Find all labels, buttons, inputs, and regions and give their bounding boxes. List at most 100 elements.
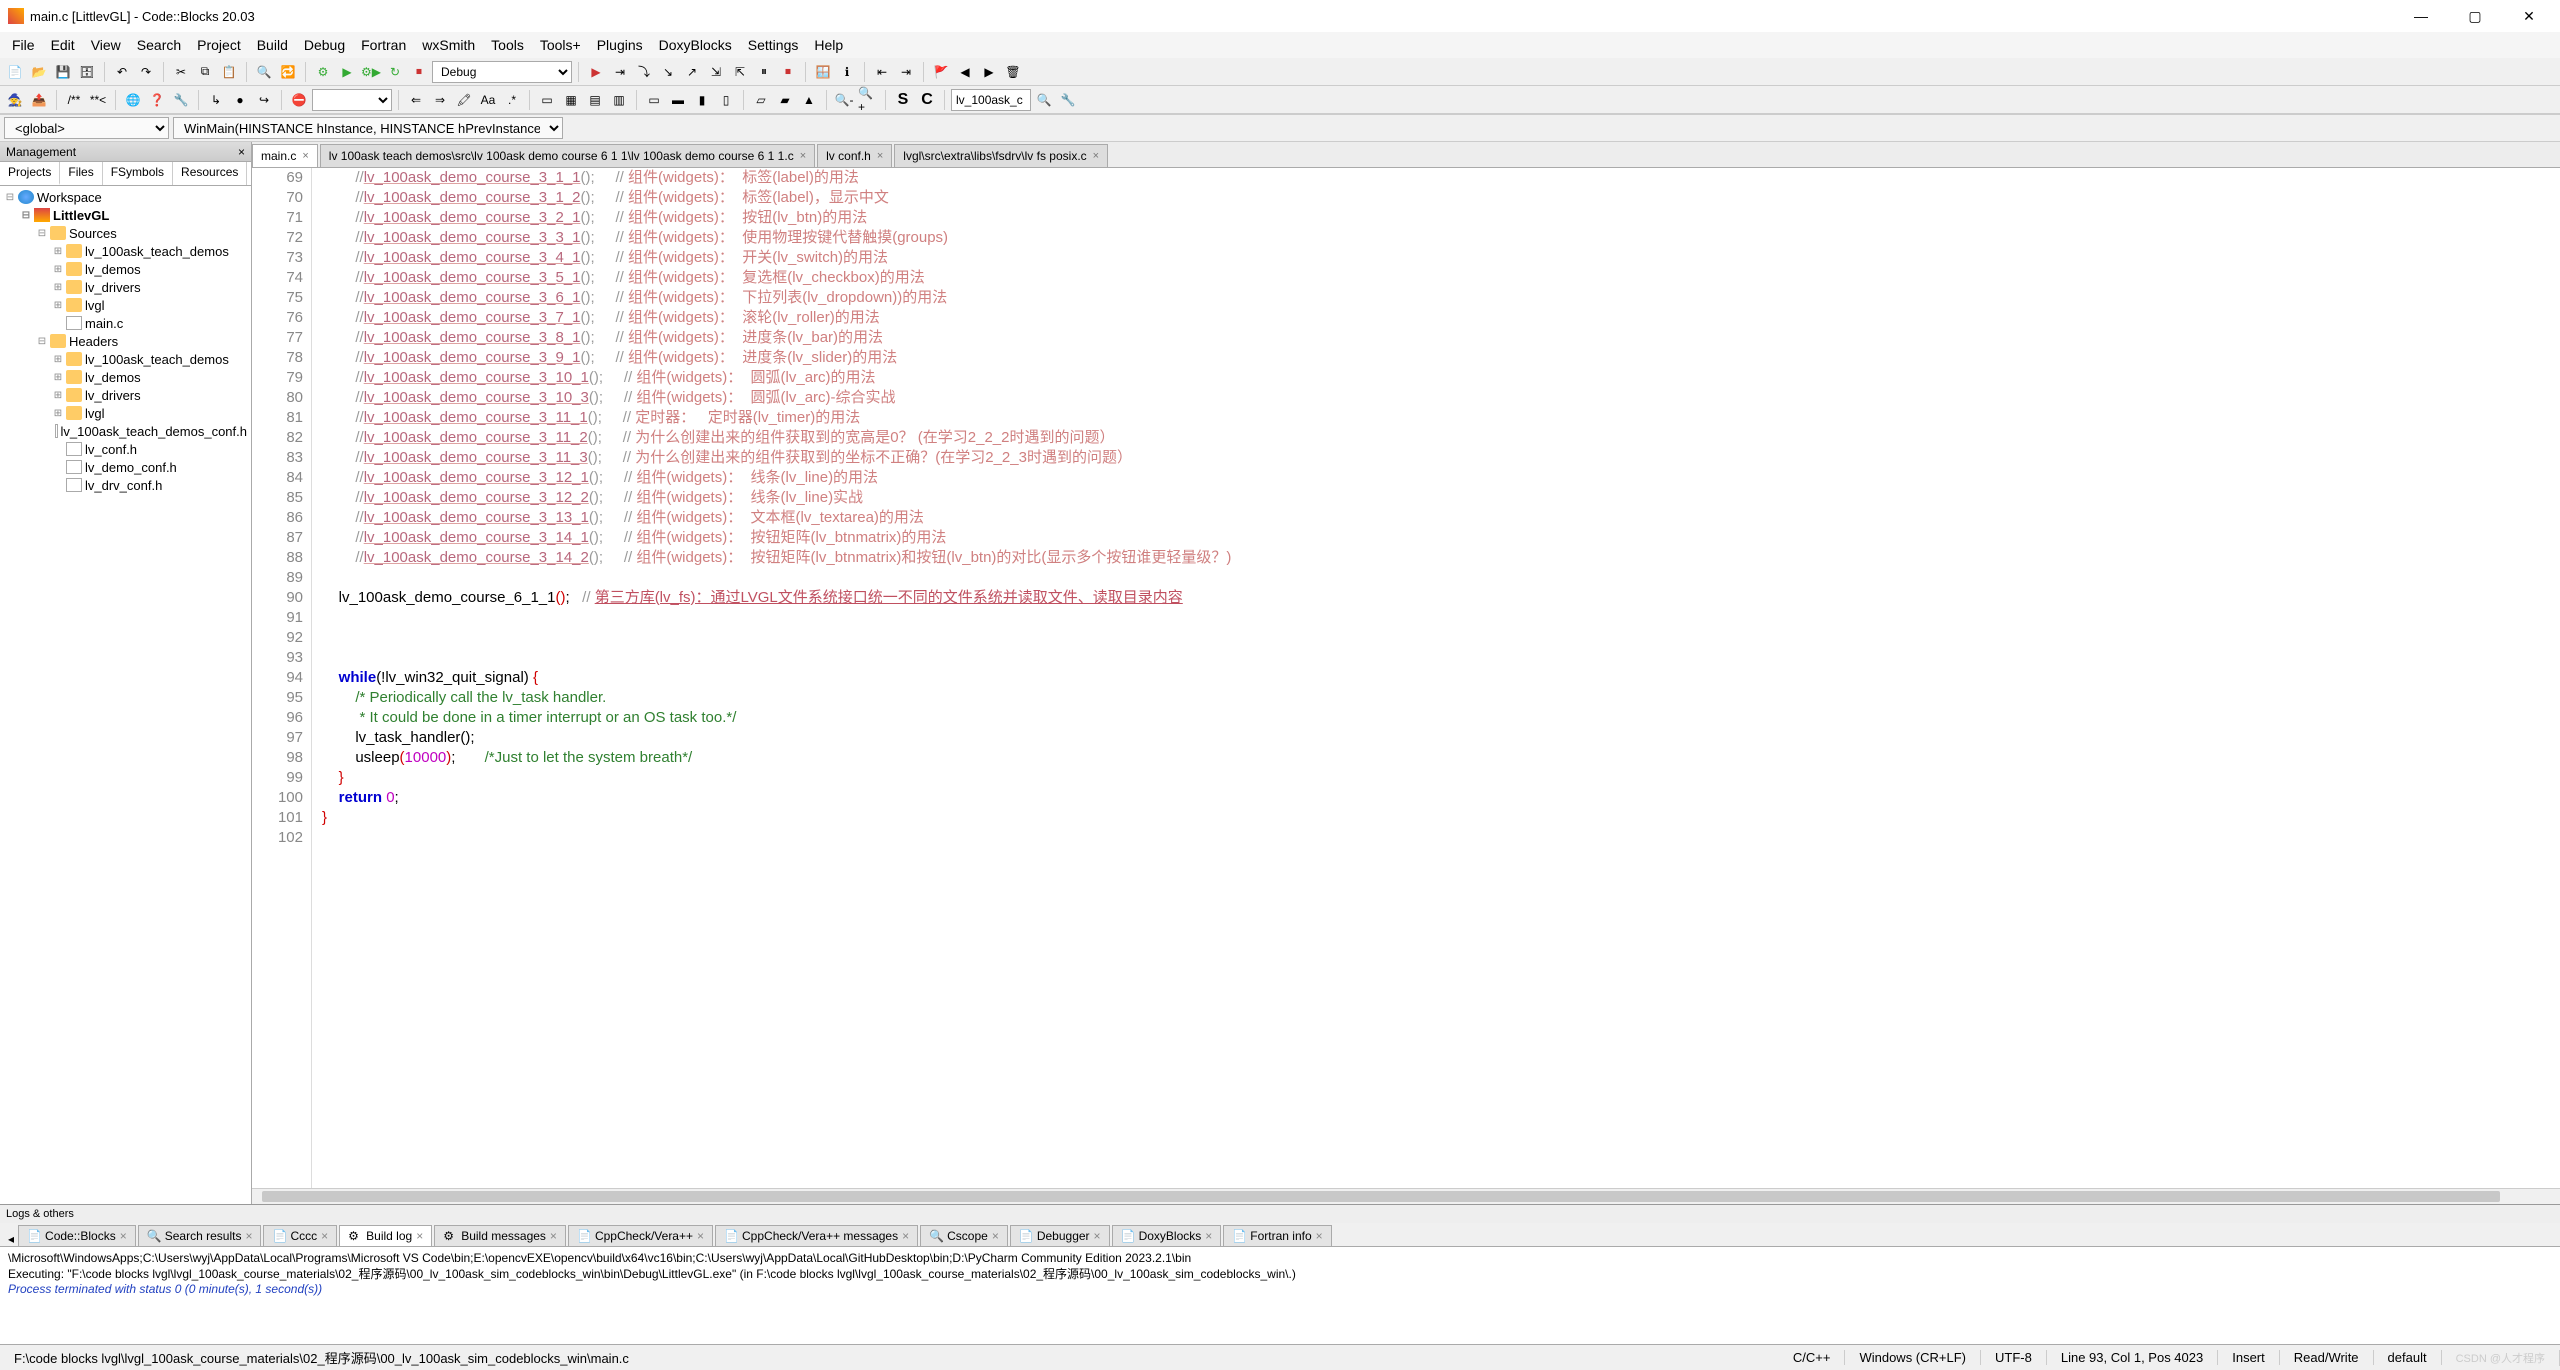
log-tab[interactable]: 📄Debugger× — [1010, 1225, 1110, 1246]
highlight-icon[interactable]: 🖍 — [453, 89, 475, 111]
regex-icon[interactable]: .* — [501, 89, 523, 111]
menu-plugins[interactable]: Plugins — [589, 37, 651, 53]
log-tab[interactable]: 📄CppCheck/Vera++ messages× — [715, 1225, 918, 1246]
new-file-icon[interactable]: 📄 — [4, 61, 26, 83]
tree-item[interactable]: ⊞lv_drivers — [0, 278, 251, 296]
paste-icon[interactable]: 📋 — [218, 61, 240, 83]
horizontal-scrollbar[interactable] — [252, 1188, 2560, 1204]
mgmt-tab-resources[interactable]: Resources — [173, 162, 247, 185]
tree-item[interactable]: lv_100ask_teach_demos_conf.h — [0, 422, 251, 440]
close-logtab-icon[interactable]: × — [1316, 1229, 1323, 1243]
rebuild-icon[interactable]: ↻ — [384, 61, 406, 83]
scope-function-select[interactable]: WinMain(HINSTANCE hInstance, HINSTANCE h… — [173, 117, 563, 139]
log-tab[interactable]: 📄Cccc× — [263, 1225, 337, 1246]
scope-global-select[interactable]: <global> — [4, 117, 169, 139]
mgmt-tab-fsymbols[interactable]: FSymbols — [103, 162, 173, 185]
zoom-in-icon[interactable]: 🔍+ — [857, 89, 879, 111]
tree-item[interactable]: ⊞lvgl — [0, 404, 251, 422]
run-icon[interactable]: ▶ — [336, 61, 358, 83]
search-field[interactable] — [951, 89, 1031, 111]
log-tab[interactable]: ⚙Build log× — [339, 1225, 432, 1246]
fortran-fwd-icon[interactable]: ↪ — [253, 89, 275, 111]
menu-edit[interactable]: Edit — [43, 37, 83, 53]
tree-item[interactable]: lv_conf.h — [0, 440, 251, 458]
grid2-icon[interactable]: ▰ — [774, 89, 796, 111]
layout3-icon[interactable]: ▮ — [691, 89, 713, 111]
mgmt-tab-files[interactable]: Files — [60, 162, 102, 185]
outline-icon[interactable]: ▤ — [584, 89, 606, 111]
close-logtab-icon[interactable]: × — [1094, 1229, 1101, 1243]
editor-tab[interactable]: main.c× — [252, 144, 318, 167]
undo-icon[interactable]: ↶ — [111, 61, 133, 83]
build-target-select[interactable]: Debug — [432, 61, 572, 83]
tree-item[interactable]: ⊞lv_demos — [0, 260, 251, 278]
open-file-icon[interactable]: 📂 — [28, 61, 50, 83]
close-logtab-icon[interactable]: × — [245, 1229, 252, 1243]
debug-run-icon[interactable]: ▶ — [585, 61, 607, 83]
tree-item[interactable]: ⊞lvgl — [0, 296, 251, 314]
close-logtab-icon[interactable]: × — [550, 1229, 557, 1243]
fortran-jump-icon[interactable]: ↳ — [205, 89, 227, 111]
bookmark-next-icon[interactable]: ▶ — [978, 61, 1000, 83]
bookmark-clear-icon[interactable]: 🗑 — [1002, 61, 1024, 83]
chm-help-icon[interactable]: ❓ — [146, 89, 168, 111]
debug-windows-icon[interactable]: 🪟 — [812, 61, 834, 83]
next-instr-icon[interactable]: ⇲ — [705, 61, 727, 83]
bookmark-prev-icon[interactable]: ◀ — [954, 61, 976, 83]
minimize-button[interactable]: ― — [2398, 0, 2444, 32]
close-logtab-icon[interactable]: × — [416, 1229, 423, 1243]
zoom-out-icon[interactable]: 🔍- — [833, 89, 855, 111]
editor-tab[interactable]: lv 100ask teach demos\src\lv 100ask demo… — [320, 144, 815, 167]
block-comment-icon[interactable]: /** — [63, 89, 85, 111]
tree-item[interactable]: ⊟LittlevGL — [0, 206, 251, 224]
tree-item[interactable]: ⊞lv_100ask_teach_demos — [0, 242, 251, 260]
save-icon[interactable]: 💾 — [52, 61, 74, 83]
log-tab[interactable]: 📄Code::Blocks× — [18, 1225, 136, 1246]
replace-icon[interactable]: 🔁 — [277, 61, 299, 83]
run-to-cursor-icon[interactable]: ⇥ — [609, 61, 631, 83]
close-tab-icon[interactable]: × — [877, 150, 883, 162]
log-tab[interactable]: 📄DoxyBlocks× — [1112, 1225, 1222, 1246]
process-combo[interactable] — [312, 89, 392, 111]
build-run-icon[interactable]: ⚙▶ — [360, 61, 382, 83]
menu-tools+[interactable]: Tools+ — [532, 37, 589, 53]
menu-file[interactable]: File — [4, 37, 43, 53]
tree-item[interactable]: lv_demo_conf.h — [0, 458, 251, 476]
close-tab-icon[interactable]: × — [302, 150, 308, 162]
mgmt-tab-projects[interactable]: Projects — [0, 162, 60, 185]
menu-fortran[interactable]: Fortran — [353, 37, 414, 53]
tree-item[interactable]: ⊞lv_demos — [0, 368, 251, 386]
code-body[interactable]: //lv_100ask_demo_course_3_1_1(); // 组件(w… — [312, 168, 2560, 1188]
close-tab-icon[interactable]: × — [800, 150, 806, 162]
search-go-icon[interactable]: 🔍 — [1033, 89, 1055, 111]
log-tab[interactable]: 🔍Search results× — [138, 1225, 262, 1246]
abort-process-icon[interactable]: ⛔ — [288, 89, 310, 111]
line-comment-icon[interactable]: **< — [87, 89, 109, 111]
menu-search[interactable]: Search — [129, 37, 189, 53]
log-tab[interactable]: 🔍Cscope× — [920, 1225, 1008, 1246]
tree-item[interactable]: ⊞lv_drivers — [0, 386, 251, 404]
grid1-icon[interactable]: ▱ — [750, 89, 772, 111]
letter-s-icon[interactable]: S — [892, 89, 914, 111]
tree-item[interactable]: main.c — [0, 314, 251, 332]
menu-build[interactable]: Build — [249, 37, 296, 53]
menu-tools[interactable]: Tools — [483, 37, 532, 53]
jump-fwd-icon[interactable]: ⇥ — [895, 61, 917, 83]
close-logtab-icon[interactable]: × — [992, 1229, 999, 1243]
abort-icon[interactable]: ⏹ — [408, 61, 430, 83]
log-tab[interactable]: 📄Fortran info× — [1223, 1225, 1331, 1246]
step-into-icon[interactable]: ↘ — [657, 61, 679, 83]
maximize-button[interactable]: ▢ — [2452, 0, 2498, 32]
menu-view[interactable]: View — [83, 37, 129, 53]
menu-wxsmith[interactable]: wxSmith — [414, 37, 483, 53]
toggle-icon[interactable]: ▦ — [560, 89, 582, 111]
close-pane-icon[interactable]: × — [238, 145, 245, 159]
select-icon[interactable]: ▭ — [536, 89, 558, 111]
fortran-back-icon[interactable]: ● — [229, 89, 251, 111]
menu-project[interactable]: Project — [189, 37, 249, 53]
close-logtab-icon[interactable]: × — [902, 1229, 909, 1243]
stop-debug-icon[interactable]: ⏹ — [777, 61, 799, 83]
bookmark-toggle-icon[interactable]: 🚩 — [930, 61, 952, 83]
prev-icon[interactable]: ⇐ — [405, 89, 427, 111]
outline2-icon[interactable]: ▥ — [608, 89, 630, 111]
